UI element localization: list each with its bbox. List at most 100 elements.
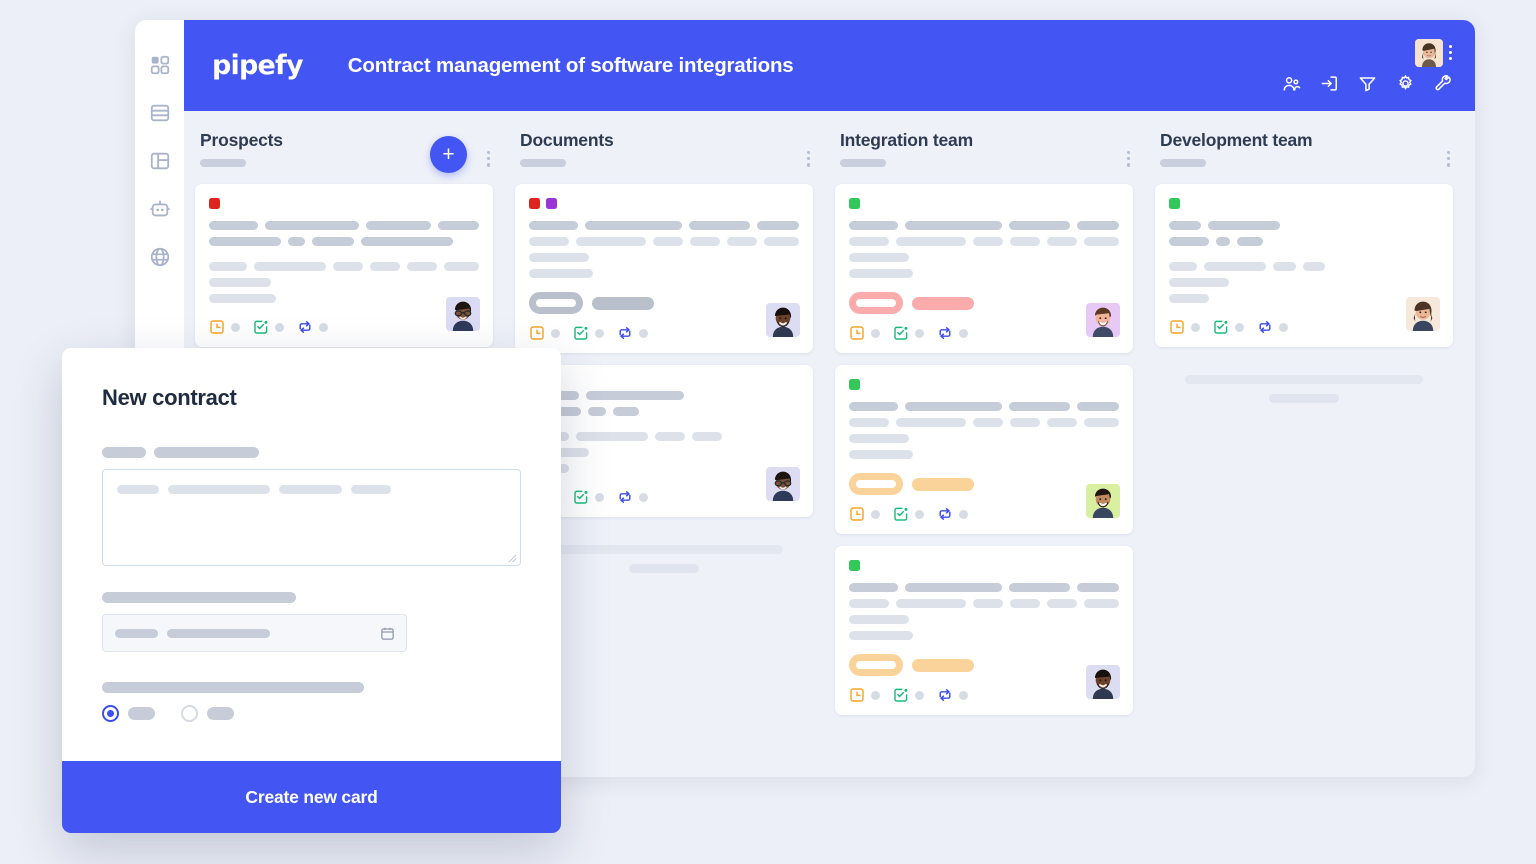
board-column: Development team (1144, 129, 1464, 777)
deadline-icon[interactable] (1169, 319, 1185, 335)
deadline-icon[interactable] (209, 319, 225, 335)
add-card-button[interactable]: + (430, 136, 467, 173)
wrench-icon[interactable] (1434, 74, 1453, 93)
connection-icon[interactable] (937, 687, 953, 703)
card-text-line (529, 253, 799, 262)
connection-icon[interactable] (937, 506, 953, 522)
card-pills (849, 654, 1119, 676)
checklist-icon[interactable] (573, 489, 589, 505)
header-right (1282, 20, 1453, 111)
card-text-line (209, 237, 479, 246)
members-icon[interactable] (1282, 74, 1301, 93)
card-text-line (529, 432, 799, 441)
connection-icon[interactable] (1257, 319, 1273, 335)
header-user-group (1415, 38, 1453, 67)
checklist-icon[interactable] (573, 325, 589, 341)
card-tags (1169, 198, 1439, 209)
card[interactable] (835, 184, 1133, 353)
new-card-modal: New contract Create new card (62, 348, 561, 833)
globe-icon[interactable] (149, 246, 171, 268)
card-text-line (209, 221, 479, 230)
column-drop-placeholder (1155, 359, 1453, 403)
resize-handle-icon[interactable] (508, 554, 517, 563)
pill-filled (912, 296, 974, 310)
pill-outline (849, 654, 903, 676)
card-text-line (849, 631, 1119, 640)
apps-grid-icon[interactable] (149, 54, 171, 76)
column-title: Development team (1160, 130, 1313, 150)
connection-icon[interactable] (297, 319, 313, 335)
deadline-icon[interactable] (849, 687, 865, 703)
avatar[interactable] (1086, 303, 1120, 337)
gear-icon[interactable] (1396, 74, 1415, 93)
header-menu[interactable] (1449, 45, 1453, 60)
column-menu[interactable] (487, 151, 491, 167)
deadline-icon[interactable] (849, 325, 865, 341)
card-tags (529, 198, 799, 209)
description-textarea[interactable] (102, 469, 521, 566)
card[interactable] (195, 184, 493, 347)
column-title: Documents (520, 130, 614, 150)
column-subtitle-placeholder (200, 159, 246, 167)
deadline-icon[interactable] (529, 325, 545, 341)
card-text-line (529, 448, 799, 457)
connection-icon[interactable] (617, 489, 633, 505)
pipefy-logo[interactable]: pipefy (212, 50, 304, 81)
card[interactable] (835, 546, 1133, 715)
date-field[interactable] (102, 614, 407, 652)
filter-icon[interactable] (1358, 74, 1377, 93)
avatar[interactable] (766, 303, 800, 337)
card-tags (849, 379, 1119, 390)
card[interactable] (1155, 184, 1453, 347)
connection-icon[interactable] (617, 325, 633, 341)
avatar[interactable] (1086, 484, 1120, 518)
database-icon[interactable] (149, 102, 171, 124)
deadline-icon[interactable] (849, 506, 865, 522)
radio-option-1[interactable] (102, 705, 119, 722)
avatar[interactable] (766, 467, 800, 501)
checklist-icon[interactable] (893, 687, 909, 703)
connection-icon[interactable] (937, 325, 953, 341)
avatar[interactable] (1415, 38, 1443, 67)
import-icon[interactable] (1320, 74, 1339, 93)
avatar[interactable] (1086, 665, 1120, 699)
card-text-line (529, 391, 799, 400)
card-text-line (529, 221, 799, 230)
tag-purple (546, 198, 557, 209)
column-menu[interactable] (807, 151, 811, 167)
column-menu[interactable] (1127, 151, 1131, 167)
column-subtitle-placeholder (840, 159, 886, 167)
layout-icon[interactable] (149, 150, 171, 172)
checklist-icon[interactable] (893, 506, 909, 522)
card-footer (529, 489, 799, 505)
card-tags (849, 560, 1119, 571)
card-text-line (1169, 221, 1439, 230)
create-new-card-button[interactable]: Create new card (62, 761, 561, 833)
card-footer (849, 687, 1119, 703)
column-menu[interactable] (1447, 151, 1451, 167)
card-text-line (529, 407, 799, 416)
pill-filled (912, 477, 974, 491)
avatar[interactable] (1406, 297, 1440, 331)
checklist-icon[interactable] (893, 325, 909, 341)
checklist-icon[interactable] (1213, 319, 1229, 335)
card[interactable] (835, 365, 1133, 534)
card-tags (209, 198, 479, 209)
card-text-line (209, 278, 479, 287)
avatar[interactable] (446, 297, 480, 331)
field-label-placeholder (102, 592, 521, 603)
card-text-line (849, 253, 1119, 262)
checklist-icon[interactable] (253, 319, 269, 335)
calendar-icon[interactable] (380, 626, 395, 641)
card-pills (849, 473, 1119, 495)
robot-icon[interactable] (149, 198, 171, 220)
radio-option-2[interactable] (181, 705, 198, 722)
column-header: Integration team (835, 129, 1133, 184)
card-pills (529, 292, 799, 314)
field-label-placeholder (102, 682, 521, 693)
card[interactable] (515, 184, 813, 353)
tag-green (1169, 198, 1180, 209)
tag-red (529, 198, 540, 209)
pill-filled (912, 658, 974, 672)
card-text-line (849, 221, 1119, 230)
